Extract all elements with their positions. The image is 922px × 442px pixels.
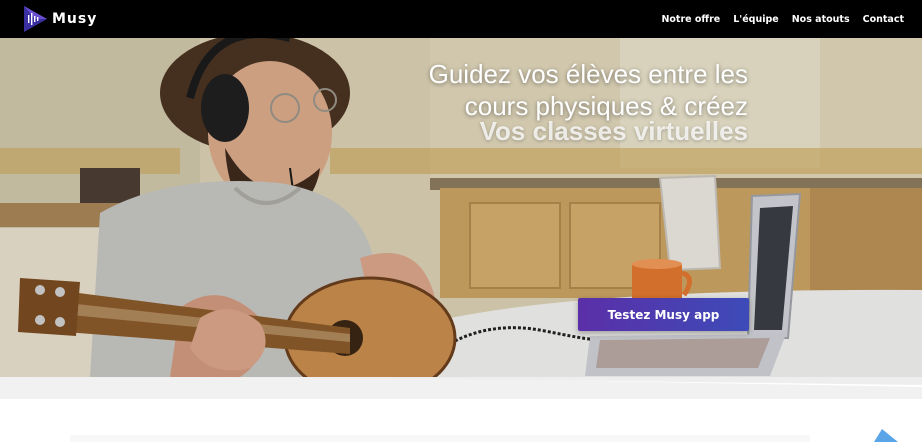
test-musy-app-button[interactable]: Testez Musy app [578,298,749,331]
nav-links: Notre offre L'équipe Nos atouts Contact [661,0,904,38]
brand-name: Musy [52,11,98,27]
nav-link-notre-offre[interactable]: Notre offre [661,14,720,25]
hero-title: Guidez vos élèves entre les cours physiq… [428,59,748,121]
nav-link-contact[interactable]: Contact [863,14,904,25]
hero-section: Guidez vos élèves entre les cours physiq… [0,38,922,377]
hero-subtitle: Vos classes virtuelles [479,116,748,146]
brand-link[interactable]: Musy [22,4,97,34]
section-divider [0,377,922,442]
nav-link-equipe[interactable]: L'équipe [733,14,778,25]
navbar: Musy Notre offre L'équipe Nos atouts Con… [0,0,922,38]
nav-link-nos-atouts[interactable]: Nos atouts [792,14,850,25]
blue-triangle-icon [874,429,898,442]
musy-logo-icon [24,6,47,32]
bottom-section [0,377,922,442]
